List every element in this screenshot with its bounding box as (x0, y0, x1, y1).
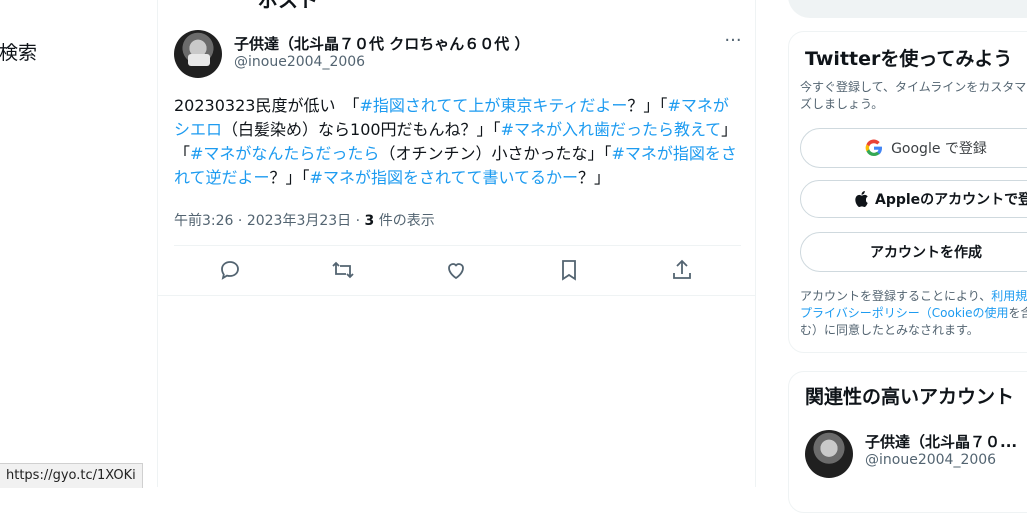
tweet-text: 20230323民度が低い 「#指図されてて上が東京キティだよー？」「#マネがシ… (174, 94, 744, 190)
reply-icon[interactable] (218, 258, 242, 282)
create-account-button[interactable]: アカウントを作成 (800, 232, 1027, 272)
related-title: 関連性の高いアカウント (805, 386, 1015, 408)
tweet-text-segment: 20230323民度が低い 「 (174, 96, 360, 115)
privacy-link[interactable]: プライバシーポリシー（Cookieの使用 (800, 306, 1009, 320)
tweet-handle[interactable]: @inoue2004_2006 (234, 54, 365, 70)
hashtag-link[interactable]: #マネが入れ歯だったら教えて (501, 120, 722, 139)
more-options-icon[interactable]: ··· (722, 30, 744, 54)
share-icon[interactable] (670, 258, 694, 282)
tweet-text-segment: （オチンチン）小さかったな」「 (379, 144, 612, 163)
tweet-text-segment: ？」「 (627, 96, 668, 115)
signup-terms: アカウントを登録することにより、利用規約プライバシーポリシー（Cookieの使用… (800, 288, 1027, 339)
tweet-text-segment: ？」 (578, 168, 611, 187)
tweet-text-segment: （白髪染め）なら100円だもんね？」「 (222, 120, 501, 139)
avatar[interactable] (174, 30, 222, 78)
signup-subtitle: 今すぐ登録して、タイムラインをカスタマイズしましょう。 (800, 80, 1027, 111)
status-bar-url: https://gyo.tc/1XOKi (0, 463, 143, 488)
apple-signup-label: Appleのアカウントで登録 (875, 192, 1027, 208)
google-icon (865, 139, 883, 157)
tweet-actions (174, 246, 741, 294)
column-divider-right (755, 0, 756, 487)
tweet-display-name[interactable]: 子供達（北斗晶７０代 クロちゃん６０代 ） (234, 33, 529, 54)
google-signup-button[interactable]: Google で登録 (800, 128, 1027, 168)
bookmark-icon[interactable] (557, 258, 581, 282)
divider (158, 295, 755, 296)
signup-title: Twitterを使ってみよう (805, 48, 1013, 70)
hashtag-link[interactable]: #マネがなんたらだったら (190, 144, 379, 163)
apple-icon (855, 191, 868, 207)
related-account-name[interactable]: 子供達（北斗晶７０... (865, 431, 1017, 452)
related-accounts-card: 関連性の高いアカウント 子供達（北斗晶７０... @inoue2004_2006 (788, 371, 1027, 513)
hashtag-link[interactable]: #マネが指図をされてて書いてるかー (310, 168, 578, 187)
avatar[interactable] (805, 430, 853, 478)
signup-card: Twitterを使ってみよう 今すぐ登録して、タイムラインをカスタマイズしましょ… (788, 31, 1027, 353)
left-navigation: を検索 (0, 0, 157, 487)
views-label: 件の表示 (378, 213, 435, 229)
google-signup-label: Google で登録 (891, 141, 987, 157)
views-count: 3 (364, 213, 375, 229)
like-icon[interactable] (444, 258, 468, 282)
tweet-date[interactable]: 2023年3月23日 (247, 213, 351, 229)
apple-signup-button[interactable]: Appleのアカウントで登録 (800, 180, 1027, 218)
related-account-handle[interactable]: @inoue2004_2006 (865, 452, 996, 468)
retweet-icon[interactable] (331, 258, 355, 282)
nav-search-label[interactable]: を検索 (0, 38, 37, 65)
right-sidebar: Twitterを使ってみよう 今すぐ登録して、タイムラインをカスタマイズしましょ… (788, 0, 1027, 513)
tweet-meta: 午前3:26 · 2023年3月23日 · 3 件の表示 (174, 213, 435, 229)
search-input[interactable] (788, 0, 1027, 18)
tweet-text-segment: ？」「 (269, 168, 310, 187)
terms-link[interactable]: 利用規約 (991, 289, 1027, 303)
hashtag-link[interactable]: #指図されてて上が東京キティだよー (359, 96, 627, 115)
tweet-time[interactable]: 午前3:26 (174, 213, 233, 229)
main-column: ポスト 子供達（北斗晶７０代 クロちゃん６０代 ） @inoue2004_200… (158, 0, 755, 487)
page-header-title: ポスト (258, 0, 318, 12)
